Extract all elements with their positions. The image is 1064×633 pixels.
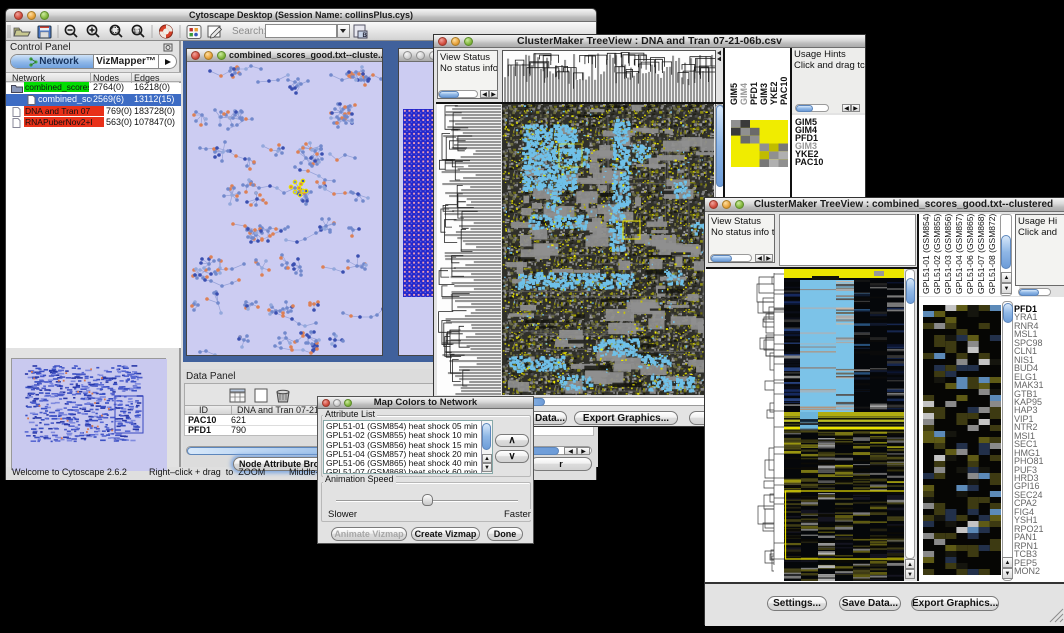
svg-text:PAC10: PAC10 xyxy=(779,77,789,105)
svg-text:GIM4: GIM4 xyxy=(739,83,749,105)
svg-text:GIM5: GIM5 xyxy=(729,83,739,105)
svg-text:PFD1: PFD1 xyxy=(749,82,759,105)
svg-text:YKE2: YKE2 xyxy=(769,81,779,105)
svg-text:1:1: 1:1 xyxy=(133,29,140,35)
svg-text:GIM3: GIM3 xyxy=(759,83,769,105)
svg-text:B: B xyxy=(363,33,368,39)
